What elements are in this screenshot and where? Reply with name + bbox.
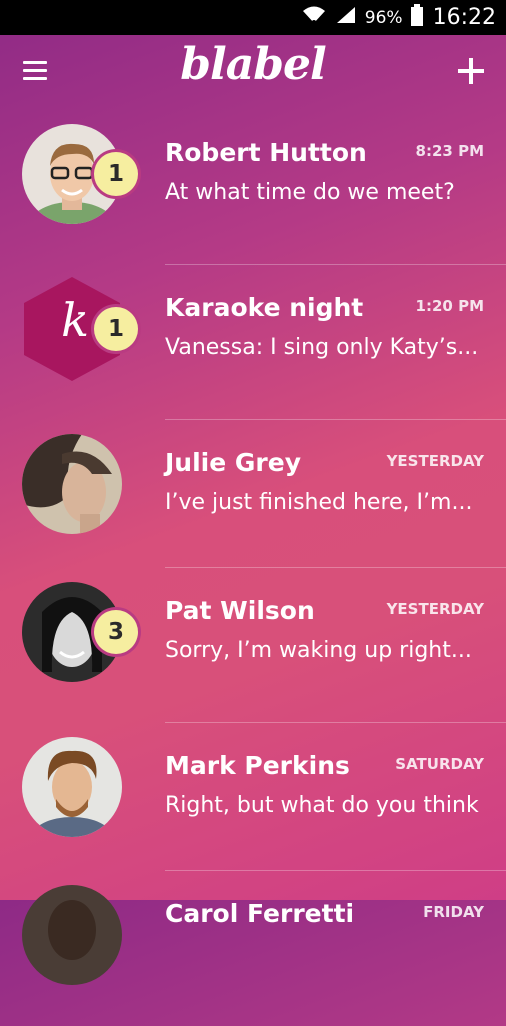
battery-percent: 96% [364, 7, 403, 28]
conversation-row[interactable]: 1 Robert Hutton 8:23 PM At what time do … [0, 110, 506, 265]
status-bar: 96% 16:22 [0, 0, 506, 35]
message-time: 8:23 PM [415, 142, 484, 160]
group-letter: k [61, 293, 89, 347]
battery-icon [410, 4, 423, 31]
app-logo: blabel [180, 39, 326, 90]
avatar [22, 885, 122, 985]
message-time: FRIDAY [423, 903, 484, 921]
avatar [22, 434, 122, 534]
message-time: 1:20 PM [415, 297, 484, 315]
message-preview: Vanessa: I sing only Katy’s... [165, 335, 479, 360]
contact-name: Karaoke night [165, 293, 364, 322]
signal-icon [335, 5, 357, 30]
conversation-row[interactable]: k 1 Karaoke night 1:20 PM Vanessa: I sin… [0, 265, 506, 420]
status-clock: 16:22 [432, 5, 496, 30]
app-header: blabel [0, 35, 506, 110]
wifi-icon [301, 5, 327, 30]
message-time: YESTERDAY [386, 600, 484, 618]
unread-badge: 1 [94, 307, 138, 351]
message-preview: At what time do we meet? [165, 180, 455, 205]
message-preview: Right, but what do you think [165, 793, 479, 818]
contact-name: Julie Grey [165, 448, 301, 477]
message-preview: I’ve just finished here, I’m... [165, 490, 473, 515]
conversation-row[interactable]: 3 Pat Wilson YESTERDAY Sorry, I’m waking… [0, 568, 506, 723]
contact-name: Mark Perkins [165, 751, 350, 780]
message-preview: Sorry, I’m waking up right... [165, 638, 472, 663]
new-conversation-button[interactable] [458, 58, 484, 84]
unread-badge: 3 [94, 610, 138, 654]
conversation-row[interactable]: Mark Perkins SATURDAY Right, but what do… [0, 723, 506, 871]
contact-name: Pat Wilson [165, 596, 315, 625]
avatar [22, 737, 122, 837]
message-time: YESTERDAY [386, 452, 484, 470]
contact-name: Carol Ferretti [165, 899, 355, 928]
contact-name: Robert Hutton [165, 138, 367, 167]
conversation-row[interactable]: Carol Ferretti FRIDAY [0, 871, 506, 1026]
conversation-row[interactable]: Julie Grey YESTERDAY I’ve just finished … [0, 420, 506, 568]
unread-badge: 1 [94, 152, 138, 196]
message-time: SATURDAY [395, 755, 484, 773]
conversation-list: 1 Robert Hutton 8:23 PM At what time do … [0, 110, 506, 1026]
